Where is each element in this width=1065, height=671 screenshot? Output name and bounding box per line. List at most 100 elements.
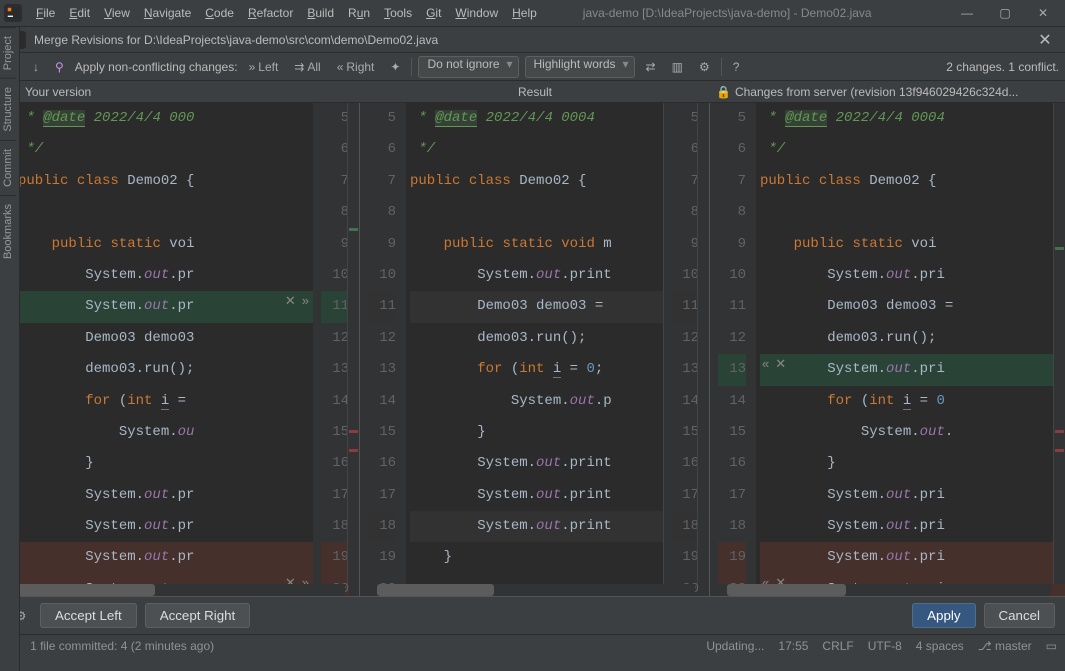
diff-status-text: 2 changes. 1 conflict. <box>946 60 1059 74</box>
error-stripe[interactable] <box>1053 103 1065 584</box>
line-number: 14 <box>672 386 699 417</box>
apply-right-button[interactable]: « Right <box>332 56 380 78</box>
dialog-close-button[interactable]: ✕ <box>1033 28 1057 52</box>
menubar: FileEditViewNavigateCodeRefactorBuildRun… <box>30 4 543 22</box>
status-bar: ⟳ 1 file committed: 4 (2 minutes ago) Up… <box>0 634 1065 656</box>
highlight-mode-select[interactable]: Highlight words <box>525 56 635 78</box>
status-message: 1 file committed: 4 (2 minutes ago) <box>30 639 214 653</box>
menu-navigate[interactable]: Navigate <box>138 4 197 22</box>
accept-right-button[interactable]: Accept Right <box>145 603 251 628</box>
next-diff-button[interactable]: ↓ <box>28 56 44 78</box>
menu-refactor[interactable]: Refactor <box>242 4 299 22</box>
menu-git[interactable]: Git <box>420 4 447 22</box>
apply-button[interactable]: Apply <box>912 603 975 628</box>
accept-right-change-button[interactable]: « <box>760 356 771 372</box>
menu-view[interactable]: View <box>98 4 136 22</box>
magic-resolve-button[interactable]: ⚲ <box>50 56 69 78</box>
line-number: 11 <box>672 291 699 322</box>
left-pane[interactable]: * @date 2022/4/4 000 */public class Demo… <box>0 103 360 596</box>
scrollbar-horizontal[interactable] <box>710 584 1051 596</box>
scrollbar-horizontal[interactable] <box>0 584 345 596</box>
right-pane[interactable]: 56789101112131415161718192021 * @date 20… <box>710 103 1065 596</box>
line-number: 17 <box>718 480 746 511</box>
line-number: 6 <box>672 134 699 165</box>
line-number: 19 <box>368 542 396 573</box>
line-number: 9 <box>672 229 699 260</box>
help-button[interactable]: ? <box>728 56 745 78</box>
line-number: 14 <box>321 386 349 417</box>
merge-dialog-title: Merge Revisions for D:\IdeaProjects\java… <box>0 27 1065 53</box>
merge-button-bar: ⚙ Accept Left Accept Right Apply Cancel <box>0 596 1065 634</box>
git-branch[interactable]: ⎇ master <box>978 639 1032 653</box>
tool-tab-bookmarks[interactable]: Bookmarks <box>0 195 16 267</box>
line-number: 9 <box>368 229 396 260</box>
code-line: System.out. <box>760 417 1065 448</box>
memory-indicator[interactable]: ▭ <box>1046 639 1057 653</box>
tool-tab-structure[interactable]: Structure <box>0 78 16 140</box>
code-line: Demo03 demo03 <box>18 323 313 354</box>
pane-headers: 🔒 Your version Result 🔒 Changes from ser… <box>0 81 1065 103</box>
menu-edit[interactable]: Edit <box>63 4 96 22</box>
tool-window-tabs: ProjectStructureCommitBookmarks <box>0 27 20 671</box>
error-stripe[interactable] <box>347 103 359 584</box>
sync-scroll-button[interactable]: ▥ <box>667 56 688 78</box>
line-number: 17 <box>368 480 396 511</box>
line-number: 13 <box>672 354 699 385</box>
scrollbar-horizontal[interactable] <box>360 584 695 596</box>
code-line: System.out.pr <box>18 480 313 511</box>
line-number: 19 <box>672 542 699 573</box>
accept-left-change-button[interactable]: » <box>300 293 311 309</box>
apply-nonconflicting-label: Apply non-conflicting changes: <box>75 60 238 74</box>
code-line: } <box>410 542 663 573</box>
accept-left-button[interactable]: Accept Left <box>40 603 137 628</box>
ignore-mode-select[interactable]: Do not ignore <box>418 56 518 78</box>
line-number: 10 <box>672 260 699 291</box>
code-line: } <box>760 448 1065 479</box>
line-number: 6 <box>321 134 349 165</box>
line-number: 16 <box>672 448 699 479</box>
reject-right-change-button[interactable]: ✕ <box>773 356 788 372</box>
window-minimize[interactable]: — <box>949 2 985 24</box>
menu-file[interactable]: File <box>30 4 61 22</box>
menu-run[interactable]: Run <box>342 4 376 22</box>
line-separator[interactable]: CRLF <box>822 639 853 653</box>
line-number: 5 <box>718 103 746 134</box>
tool-tab-project[interactable]: Project <box>0 27 16 78</box>
window-close[interactable]: ✕ <box>1025 2 1061 24</box>
magic-wand-button[interactable]: ✦ <box>385 56 405 78</box>
line-number: 13 <box>368 354 396 385</box>
line-number: 12 <box>672 323 699 354</box>
code-line: } <box>410 417 663 448</box>
code-line: */ <box>760 134 1065 165</box>
menu-tools[interactable]: Tools <box>378 4 418 22</box>
result-pane-header: Result <box>360 81 710 102</box>
code-line: for (int i = <box>18 386 313 417</box>
code-line: public static voi <box>18 229 313 260</box>
menu-code[interactable]: Code <box>199 4 240 22</box>
file-encoding[interactable]: UTF-8 <box>868 639 902 653</box>
code-line: System.out.pr <box>18 260 313 291</box>
line-number: 18 <box>321 511 349 542</box>
viewer-options-button[interactable]: ⇄ <box>641 56 661 78</box>
line-number: 15 <box>718 417 746 448</box>
result-pane[interactable]: 56789101112131415161718192021 * @date 20… <box>360 103 710 596</box>
code-line: System.out.print <box>410 260 663 291</box>
menu-build[interactable]: Build <box>301 4 340 22</box>
apply-left-button[interactable]: » Left <box>244 56 284 78</box>
tool-tab-commit[interactable]: Commit <box>0 140 16 195</box>
error-stripe[interactable] <box>697 103 709 584</box>
code-line: System.out.pri <box>760 511 1065 542</box>
cancel-button[interactable]: Cancel <box>984 603 1056 628</box>
apply-all-button[interactable]: ⇉ All <box>289 56 325 78</box>
settings-button[interactable]: ⚙ <box>694 56 715 78</box>
indent-info[interactable]: 4 spaces <box>916 639 964 653</box>
caret-position[interactable]: 17:55 <box>778 639 808 653</box>
menu-window[interactable]: Window <box>449 4 504 22</box>
line-number: 15 <box>321 417 349 448</box>
menu-help[interactable]: Help <box>506 4 543 22</box>
diff-panes: * @date 2022/4/4 000 */public class Demo… <box>0 103 1065 596</box>
reject-left-change-button[interactable]: ✕ <box>283 293 298 309</box>
window-maximize[interactable]: ▢ <box>987 2 1023 24</box>
code-line <box>410 197 663 228</box>
background-task[interactable]: Updating... <box>706 639 764 653</box>
